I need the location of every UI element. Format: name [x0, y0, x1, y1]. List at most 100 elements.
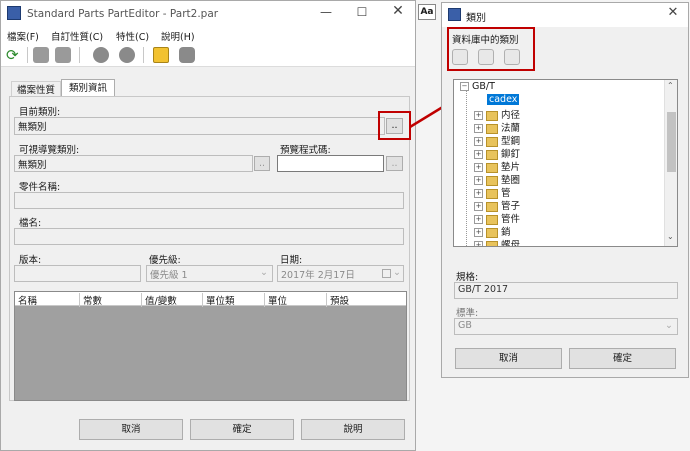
- tree-item[interactable]: + 内径: [474, 107, 520, 121]
- menu-features[interactable]: 特性(C): [116, 29, 149, 43]
- tree-item[interactable]: + 墊圈: [474, 172, 520, 186]
- tab-label: 檔案性質: [16, 85, 55, 96]
- font-icon: Aa: [418, 4, 436, 20]
- expand-icon: +: [474, 124, 483, 133]
- properties-table: 名稱 常數 值/變數 單位類 單位 預設: [14, 291, 407, 401]
- column-header-constant[interactable]: 常數: [79, 293, 102, 307]
- window-title: Standard Parts PartEditor - Part2.par: [27, 8, 219, 20]
- refresh-icon[interactable]: ⟳: [6, 47, 22, 63]
- tree-item[interactable]: + 銷: [474, 224, 511, 238]
- menu-bar: 檔案(F) 自訂性質(C) 特性(C) 說明(H): [1, 27, 415, 43]
- chevron-down-icon: ⌄: [393, 267, 401, 278]
- folder-icon: [486, 201, 498, 212]
- toolbar: ⟳: [1, 43, 415, 67]
- tree-root-label: GB/T: [472, 81, 495, 92]
- folder-icon: [486, 162, 498, 173]
- dialog-cancel-button[interactable]: 取消: [455, 348, 562, 369]
- folder-icon: [486, 136, 498, 147]
- tree-item[interactable]: + 型鋼: [474, 133, 520, 147]
- tree-item[interactable]: + 螺母: [474, 237, 521, 247]
- visible-nav-browse-button[interactable]: ..: [254, 156, 270, 171]
- tree-item[interactable]: + 管件: [474, 211, 520, 225]
- spec-field: GB/T 2017: [454, 282, 678, 299]
- expand-icon: +: [474, 228, 483, 237]
- cancel-button[interactable]: 取消: [79, 419, 183, 440]
- property-icon[interactable]: [93, 47, 109, 63]
- menu-help[interactable]: 說明(H): [161, 29, 195, 43]
- tab-label: 類別資訊: [68, 83, 107, 94]
- tree-item-cadex[interactable]: cadex: [487, 94, 520, 107]
- menu-file[interactable]: 檔案(F): [7, 29, 39, 43]
- visible-nav-category-label: 可視導覽類別:: [19, 145, 80, 156]
- tree-item[interactable]: + 管子: [474, 198, 520, 212]
- calendar-icon: [382, 269, 391, 278]
- tree-item[interactable]: + 墊片: [474, 159, 520, 173]
- column-header-value[interactable]: 值/變數: [141, 293, 177, 307]
- scroll-up-icon[interactable]: ⌃: [667, 81, 674, 90]
- standard-select: GB ⌄: [454, 318, 678, 335]
- toolbar-separator: [143, 47, 144, 63]
- priority-select: 優先級 1 ⌄: [146, 265, 273, 282]
- scroll-down-icon[interactable]: ⌄: [667, 232, 674, 241]
- tree-root[interactable]: − GB/T: [460, 81, 495, 94]
- column-header-name[interactable]: 名稱: [18, 293, 37, 307]
- column-header-default[interactable]: 預設: [326, 293, 349, 307]
- folder-icon: [486, 175, 498, 186]
- ok-button[interactable]: 確定: [190, 419, 294, 440]
- tree-item[interactable]: + 鉚釘: [474, 146, 520, 160]
- edit-part-icon[interactable]: [33, 47, 49, 63]
- help-button[interactable]: 說明: [301, 419, 405, 440]
- tab-category-info[interactable]: 類別資訊: [61, 79, 115, 97]
- highlight-box: [378, 111, 411, 140]
- maximize-button[interactable]: ☐: [353, 5, 371, 21]
- app-icon: [448, 8, 461, 21]
- dialog-ok-button[interactable]: 確定: [569, 348, 676, 369]
- folder-icon: [486, 123, 498, 134]
- expand-icon: +: [474, 150, 483, 159]
- title-bar: Standard Parts PartEditor - Part2.par — …: [1, 1, 415, 27]
- scroll-thumb[interactable]: [667, 112, 676, 172]
- folder-icon: [486, 110, 498, 121]
- category-icon[interactable]: [153, 47, 169, 63]
- version-label: 版本:: [19, 255, 42, 266]
- tree-item-label: 螺母: [501, 240, 521, 247]
- expand-icon: +: [474, 215, 483, 224]
- tree-lines: [466, 88, 467, 246]
- edit-list-icon[interactable]: [55, 47, 71, 63]
- expand-icon: +: [474, 137, 483, 146]
- dialog-title-bar: 類別 ✕: [442, 3, 688, 27]
- part-name-label: 零件名稱:: [19, 182, 61, 193]
- column-header-unit[interactable]: 單位: [264, 293, 287, 307]
- category-tree[interactable]: − GB/T cadex + 内径 + 法蘭 + 型鋼 + 鉚釘 + 墊片 + 墊圈 + 管 +…: [453, 79, 678, 247]
- close-button[interactable]: ✕: [389, 3, 407, 21]
- minimize-button[interactable]: —: [317, 5, 335, 21]
- chevron-down-icon: ⌄: [260, 267, 268, 278]
- visible-nav-category-field: 無類別: [14, 155, 253, 172]
- app-icon: [7, 6, 21, 20]
- tree-item[interactable]: + 管: [474, 185, 511, 199]
- version-field: [14, 265, 141, 282]
- expand-icon: +: [474, 176, 483, 185]
- property-edit-icon[interactable]: [119, 47, 135, 63]
- table-header-row: 名稱 常數 值/變數 單位類 單位 預設: [15, 292, 406, 307]
- preview-code-field[interactable]: [277, 155, 384, 172]
- preview-code-browse-button[interactable]: ..: [386, 156, 403, 171]
- part-name-field: [14, 192, 404, 209]
- close-button[interactable]: ✕: [664, 5, 682, 23]
- date-label: 日期:: [280, 255, 303, 266]
- priority-label: 優先級:: [149, 255, 181, 266]
- folder-icon: [486, 149, 498, 160]
- menu-custom-properties[interactable]: 自訂性質(C): [51, 29, 103, 43]
- priority-value: 優先級 1: [150, 270, 188, 281]
- spec-label: 規格:: [456, 272, 479, 283]
- column-header-unit-type[interactable]: 單位類: [202, 293, 235, 307]
- standard-label: 標準:: [456, 308, 479, 319]
- tree-scrollbar[interactable]: ⌃ ⌄: [664, 80, 677, 246]
- date-value: 2017年 2月17日: [281, 270, 355, 281]
- preview-code-label: 預覽程式碼:: [280, 145, 331, 156]
- current-category-label: 目前類別:: [19, 107, 61, 118]
- tab-file-properties[interactable]: 檔案性質: [11, 81, 61, 96]
- date-picker: 2017年 2月17日 ⌄: [277, 265, 404, 282]
- gear-parts-icon[interactable]: [179, 47, 195, 63]
- tree-item[interactable]: + 法蘭: [474, 120, 520, 134]
